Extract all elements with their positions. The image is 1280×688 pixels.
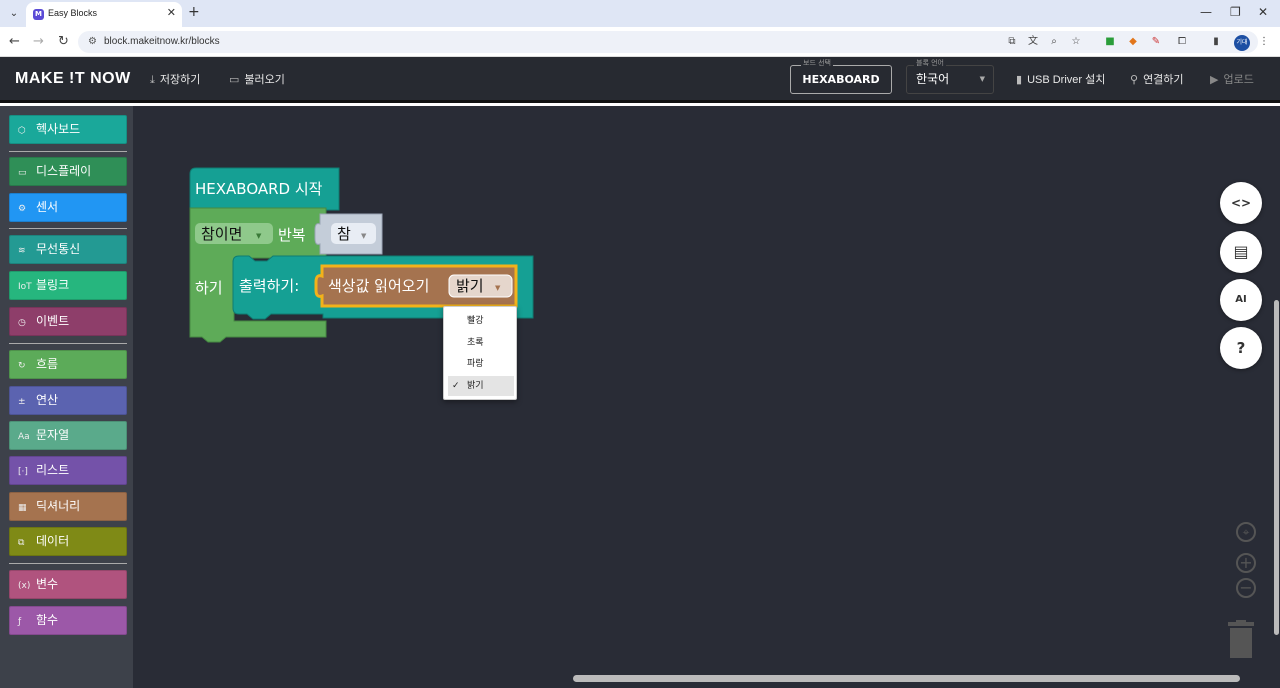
comment-icon[interactable]: ▤ (1220, 231, 1262, 273)
dropdown-option-label: 초록 (467, 337, 484, 348)
read-color-text: 색상값 읽어오기 (328, 277, 429, 295)
loop-mode-text: 참이면 (201, 225, 242, 243)
horizontal-scrollbar[interactable] (573, 675, 1240, 682)
dropdown-option[interactable]: 초록 (448, 333, 514, 353)
help-button[interactable]: ? (1220, 327, 1262, 369)
dropdown-option-label: 빨강 (467, 316, 484, 326)
ai-button[interactable]: AI (1220, 279, 1262, 321)
trash-icon[interactable] (1226, 620, 1256, 660)
dropdown-option[interactable]: ✓ 밝기 (448, 375, 514, 396)
loop-word: 반복 (278, 226, 306, 244)
dropdown-option-label: 밝기 (467, 380, 484, 391)
zoom-in-icon[interactable]: + (1236, 553, 1256, 573)
check-icon: ✓ (452, 380, 460, 391)
print-text: 출력하기: (239, 277, 299, 295)
color-field-arrow-icon: ▼ (495, 284, 501, 292)
recenter-icon[interactable]: ⌖ (1236, 522, 1256, 542)
dropdown-option-label: 파랑 (467, 359, 484, 369)
zoom-out-icon[interactable]: − (1236, 578, 1256, 598)
dropdown-option[interactable]: 빨강 (448, 311, 514, 331)
code-view-button[interactable]: <> (1220, 182, 1262, 224)
color-field-text: 밝기 (456, 277, 484, 295)
color-dropdown-menu: 빨강초록파랑 ✓ 밝기 (443, 306, 517, 400)
condition-arrow-icon: ▼ (361, 232, 367, 240)
loop-mode-arrow-icon: ▼ (256, 232, 262, 240)
blocks-canvas: HEXABOARD 시작 참이면 ▼ 반복 참 ▼ 하기 출력하기: 색상값 읽… (189, 167, 534, 343)
start-block-text: HEXABOARD 시작 (195, 180, 323, 198)
condition-text: 참 (337, 225, 351, 243)
vertical-scrollbar[interactable] (1274, 300, 1279, 635)
dropdown-option[interactable]: 파랑 (448, 354, 514, 374)
do-word: 하기 (195, 279, 223, 297)
